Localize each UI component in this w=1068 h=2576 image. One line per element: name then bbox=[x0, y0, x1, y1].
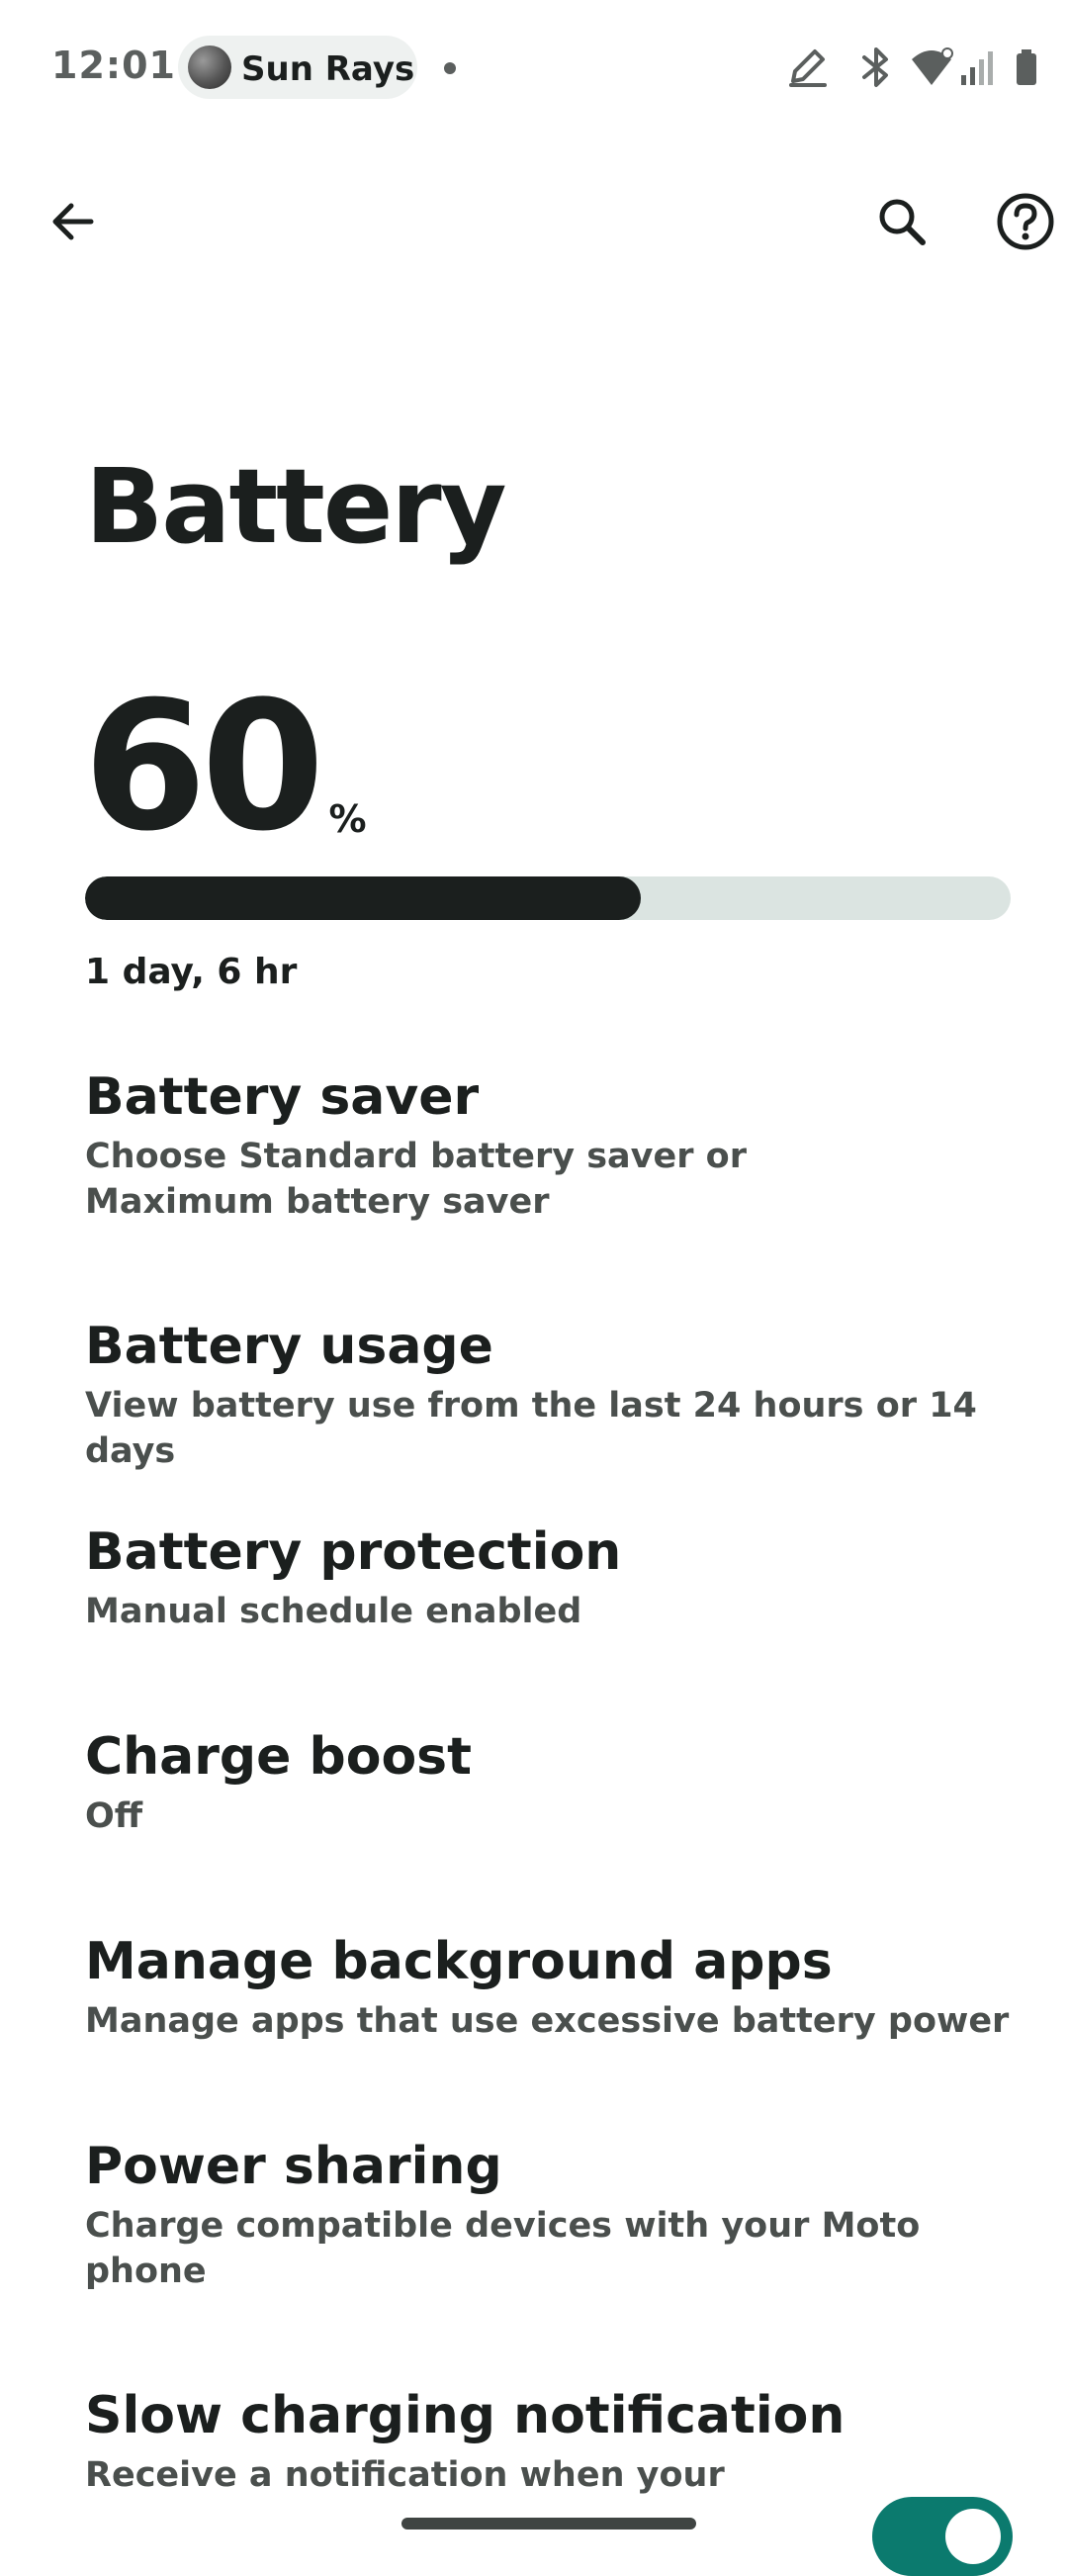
battery-icon bbox=[1011, 44, 1042, 91]
item-title: Manage background apps bbox=[85, 1932, 833, 1991]
item-title: Slow charging notification bbox=[85, 2386, 846, 2445]
back-arrow-icon bbox=[47, 196, 99, 251]
item-summary: View battery use from the last 24 hours … bbox=[85, 1386, 977, 1472]
media-chip[interactable]: Sun Rays bbox=[178, 36, 417, 99]
item-summary: Manual schedule enabled bbox=[85, 1592, 582, 1632]
battery-level-value: 60 bbox=[83, 664, 324, 871]
battery-level: 60 % bbox=[83, 679, 367, 857]
battery-level-bar bbox=[85, 876, 1011, 920]
item-summary: Charge compatible devices with your Moto… bbox=[85, 2206, 921, 2292]
search-icon bbox=[875, 195, 929, 252]
charge-boost-item[interactable]: Charge boost Off bbox=[85, 1726, 1015, 1839]
item-summary: Receive a notification when your bbox=[85, 2455, 725, 2496]
bluetooth-icon bbox=[854, 44, 898, 91]
status-time: 12:01 bbox=[51, 44, 176, 87]
album-art-icon bbox=[188, 46, 231, 89]
help-icon bbox=[996, 192, 1055, 255]
notification-dot-icon bbox=[444, 62, 456, 74]
item-title: Charge boost bbox=[85, 1727, 472, 1787]
toggle-knob bbox=[945, 2509, 1001, 2564]
item-title: Battery protection bbox=[85, 1522, 622, 1582]
signal-icon bbox=[957, 44, 1001, 91]
edit-pen-icon bbox=[785, 44, 829, 91]
power-sharing-item[interactable]: Power sharing Charge compatible devices … bbox=[85, 2136, 1015, 2294]
battery-time-remaining: 1 day, 6 hr bbox=[85, 952, 298, 992]
item-title: Battery saver bbox=[85, 1067, 480, 1127]
slow-charging-notification-item[interactable]: Slow charging notification Receive a not… bbox=[85, 2385, 856, 2498]
slow-charging-notification-toggle[interactable] bbox=[872, 2497, 1013, 2576]
item-title: Battery usage bbox=[85, 1317, 493, 1376]
manage-background-apps-item[interactable]: Manage background apps Manage apps that … bbox=[85, 1931, 1015, 2044]
search-button[interactable] bbox=[854, 176, 949, 271]
item-title: Power sharing bbox=[85, 2137, 502, 2196]
battery-level-unit: % bbox=[328, 797, 367, 841]
back-button[interactable] bbox=[26, 176, 121, 271]
media-title: Sun Rays bbox=[241, 49, 415, 89]
page-title: Battery bbox=[85, 446, 506, 567]
item-summary: Manage apps that use excessive battery p… bbox=[85, 2001, 1010, 2042]
gesture-navigation-bar[interactable] bbox=[401, 2518, 696, 2530]
item-summary: Choose Standard battery saver or Maximum… bbox=[85, 1137, 747, 1223]
wifi-icon bbox=[910, 44, 953, 91]
battery-level-bar-fill bbox=[85, 876, 641, 920]
battery-protection-item[interactable]: Battery protection Manual schedule enabl… bbox=[85, 1521, 1015, 1634]
status-bar: 12:01 Sun Rays bbox=[0, 0, 1068, 135]
battery-usage-item[interactable]: Battery usage View battery use from the … bbox=[85, 1316, 1015, 1474]
battery-saver-item[interactable]: Battery saver Choose Standard battery sa… bbox=[85, 1066, 1015, 1225]
item-summary: Off bbox=[85, 1796, 143, 1837]
help-button[interactable] bbox=[983, 176, 1068, 271]
